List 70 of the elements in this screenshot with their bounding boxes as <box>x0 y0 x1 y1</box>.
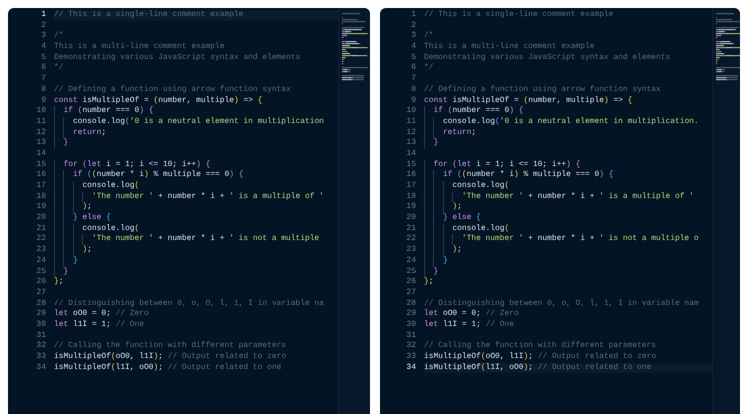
line-number: 10 <box>405 106 417 117</box>
line-number: 33 <box>35 352 47 363</box>
line-number: 27 <box>405 288 417 299</box>
line-number: 3 <box>410 31 417 42</box>
line-number: 8 <box>40 84 47 96</box>
line-number: 22 <box>405 234 417 246</box>
line-number: 30 <box>405 320 417 331</box>
line-number: 24 <box>405 256 417 267</box>
line-number: 31 <box>35 330 47 342</box>
line-number: 7 <box>410 74 417 85</box>
line-number: 2 <box>40 20 47 32</box>
line-number: 26 <box>35 277 47 288</box>
line-number: 5 <box>410 52 417 64</box>
line-number: 21 <box>35 224 47 234</box>
minimap-drawing[interactable] <box>716 12 740 82</box>
line-number: 16 <box>405 170 417 182</box>
line-number: 24 <box>35 256 47 267</box>
line-number: 14 <box>405 148 417 160</box>
line-number: 6 <box>40 63 47 74</box>
line-number: 20 <box>35 213 47 224</box>
line-number: 3 <box>40 31 47 42</box>
line-number: 9 <box>40 96 47 106</box>
line-number: 1 <box>410 10 417 21</box>
line-number: 22 <box>35 234 47 246</box>
line-number: 13 <box>405 138 417 149</box>
line-number: 20 <box>405 213 417 224</box>
line-number: 17 <box>405 181 417 192</box>
line-number: 6 <box>410 63 417 74</box>
line-number: 25 <box>35 266 47 278</box>
line-number: 13 <box>35 138 47 149</box>
line-number: 33 <box>405 352 417 363</box>
line-number: 19 <box>405 202 417 214</box>
line-number: 15 <box>35 160 47 170</box>
line-number: 14 <box>35 148 47 160</box>
line-number: 34 <box>35 362 47 374</box>
line-number: 32 <box>405 341 417 352</box>
line-number: 12 <box>35 128 47 138</box>
line-number: 31 <box>405 330 417 342</box>
line-number: 21 <box>405 224 417 234</box>
line-number: 28 <box>35 298 47 310</box>
line-number: 10 <box>35 106 47 117</box>
line-number: 8 <box>410 84 417 96</box>
line-number: 17 <box>35 181 47 192</box>
line-number: 16 <box>35 170 47 182</box>
minimap-drawing[interactable] <box>342 12 370 82</box>
line-number: 12 <box>405 128 417 138</box>
line-number: 15 <box>405 160 417 170</box>
line-number: 7 <box>40 74 47 85</box>
line-number: 26 <box>405 277 417 288</box>
line-number: 27 <box>35 288 47 299</box>
line-number: 11 <box>35 116 47 128</box>
line-number: 9 <box>410 96 417 106</box>
line-number: 25 <box>405 266 417 278</box>
line-number: 29 <box>405 309 417 320</box>
line-number: 23 <box>405 245 417 256</box>
line-number: 4 <box>40 42 47 53</box>
line-number: 2 <box>410 20 417 32</box>
line-number: 34 <box>405 362 417 374</box>
line-number: 30 <box>35 320 47 331</box>
line-number: 5 <box>40 52 47 64</box>
line-number: 18 <box>35 192 47 202</box>
line-number: 19 <box>35 202 47 214</box>
line-number: 23 <box>35 245 47 256</box>
line-number: 32 <box>35 341 47 352</box>
line-number: 28 <box>405 298 417 310</box>
line-number: 4 <box>410 42 417 53</box>
line-number: 29 <box>35 309 47 320</box>
line-number: 1 <box>40 10 47 21</box>
line-number: 18 <box>405 192 417 202</box>
line-number: 11 <box>405 116 417 128</box>
